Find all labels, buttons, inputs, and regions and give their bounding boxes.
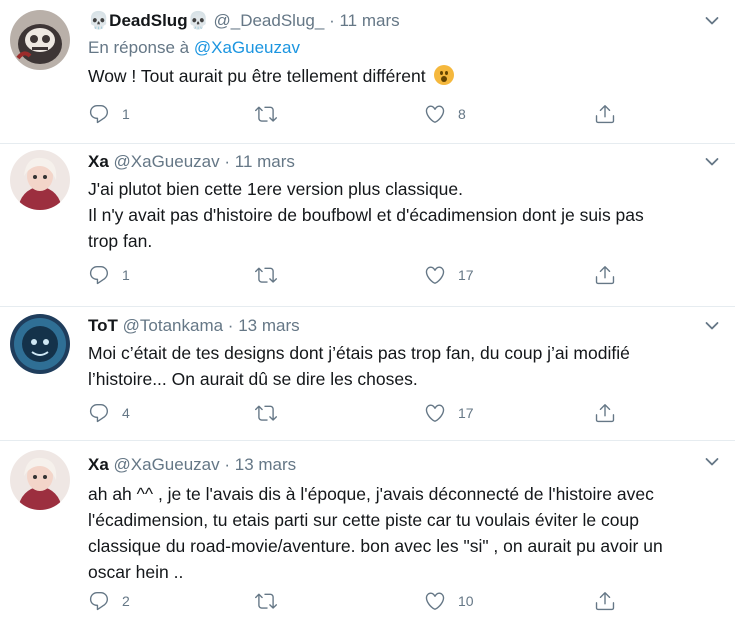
tweet-text-line: ah ah ^^ , je te l'avais dis à l'époque,… [88, 484, 654, 504]
tweet-actions: 1 17 [88, 264, 628, 288]
heart-icon [424, 103, 446, 125]
reply-to-link[interactable]: @XaGueuzav [194, 38, 300, 57]
tweet-header: 💀DeadSlug💀 @_DeadSlug_ · 11 mars [88, 10, 400, 32]
avatar[interactable] [10, 314, 70, 374]
skull-icon: 💀 [88, 11, 110, 31]
retweet-icon [255, 402, 277, 424]
display-name[interactable]: DeadSlug [109, 11, 187, 30]
skull-icon: 💀 [187, 11, 209, 31]
reply-button[interactable]: 4 [88, 402, 130, 424]
tweet-text-line: l'écadimension, tu etais parti sur cette… [88, 510, 639, 530]
like-button[interactable]: 17 [424, 264, 474, 286]
share-button[interactable] [594, 402, 616, 424]
heart-icon [424, 264, 446, 286]
tweet-date[interactable]: 11 mars [339, 11, 399, 30]
chevron-down-icon[interactable] [705, 321, 719, 331]
tweet-text: J'ai plutot bien cette 1ere version plus… [88, 176, 718, 254]
reply-icon [88, 402, 110, 424]
heart-icon [424, 402, 446, 424]
retweet-button[interactable] [255, 264, 289, 286]
reply-count: 1 [122, 106, 130, 122]
tweet-text-line: Moi c’était de tes designs dont j’étais … [88, 343, 630, 363]
tweet-text-line: classique du road-movie/aventure. bon av… [88, 536, 663, 556]
like-button[interactable]: 17 [424, 402, 474, 424]
tweet-date[interactable]: 13 mars [235, 455, 296, 474]
reply-prefix: En réponse à [88, 38, 190, 57]
share-icon [594, 264, 616, 286]
tweet-date[interactable]: 11 mars [235, 152, 295, 171]
like-count: 17 [458, 267, 474, 283]
retweet-icon [255, 264, 277, 286]
tweet-text-line: oscar hein .. [88, 562, 184, 582]
tweet-text: Moi c’était de tes designs dont j’étais … [88, 340, 718, 392]
reply-button[interactable]: 2 [88, 590, 130, 612]
share-button[interactable] [594, 590, 616, 612]
share-icon [594, 590, 616, 612]
reply-count: 2 [122, 593, 130, 609]
tweet-header: Xa @XaGueuzav · 13 mars [88, 454, 296, 476]
reply-icon [88, 103, 110, 125]
chevron-down-icon[interactable] [705, 457, 719, 467]
like-button[interactable]: 8 [424, 103, 466, 125]
retweet-button[interactable] [255, 402, 289, 424]
tweet[interactable]: Xa @XaGueuzav · 11 mars J'ai plutot bien… [0, 144, 735, 306]
tweet-date[interactable]: 13 mars [238, 316, 299, 335]
reply-button[interactable]: 1 [88, 264, 130, 286]
heart-icon [424, 590, 446, 612]
tweet-actions: 1 8 [88, 103, 628, 127]
user-handle[interactable]: @Totankama [123, 316, 223, 335]
like-count: 10 [458, 593, 474, 609]
separator-dot: · [227, 316, 234, 335]
like-button[interactable]: 10 [424, 590, 474, 612]
separator-dot: · [224, 152, 231, 171]
tweet-header: ToT @Totankama · 13 mars [88, 315, 300, 337]
retweet-icon [255, 103, 277, 125]
hushed-face-emoji [434, 65, 455, 85]
display-name[interactable]: ToT [88, 316, 118, 335]
avatar[interactable] [10, 10, 70, 70]
tweet-text-line: Wow ! Tout aurait pu être tellement diff… [88, 66, 426, 86]
tweet-header: Xa @XaGueuzav · 11 mars [88, 151, 295, 173]
reply-button[interactable]: 1 [88, 103, 130, 125]
tweet-text: ah ah ^^ , je te l'avais dis à l'époque,… [88, 481, 718, 585]
tweet-actions: 2 10 [88, 590, 628, 614]
separator-dot: · [224, 455, 231, 474]
chevron-down-icon[interactable] [705, 16, 719, 26]
reply-icon [88, 264, 110, 286]
user-handle[interactable]: @_DeadSlug_ [213, 11, 324, 30]
share-button[interactable] [594, 264, 616, 286]
reply-context: En réponse à @XaGueuzav [88, 38, 300, 58]
display-name[interactable]: Xa [88, 455, 109, 474]
avatar[interactable] [10, 450, 70, 510]
user-handle[interactable]: @XaGueuzav [114, 455, 220, 474]
like-count: 17 [458, 405, 474, 421]
tweet[interactable]: Xa @XaGueuzav · 13 mars ah ah ^^ , je te… [0, 441, 735, 617]
tweet-actions: 4 17 [88, 402, 628, 426]
like-count: 8 [458, 106, 466, 122]
share-icon [594, 103, 616, 125]
user-handle[interactable]: @XaGueuzav [114, 152, 220, 171]
share-icon [594, 402, 616, 424]
display-name[interactable]: Xa [88, 152, 109, 171]
retweet-button[interactable] [255, 590, 289, 612]
tweet-text-line: trop fan. [88, 231, 153, 251]
reply-icon [88, 590, 110, 612]
reply-count: 4 [122, 405, 130, 421]
tweet[interactable]: 💀DeadSlug💀 @_DeadSlug_ · 11 mars En répo… [0, 0, 735, 143]
avatar[interactable] [10, 150, 70, 210]
reply-count: 1 [122, 267, 130, 283]
tweet-text-line: J'ai plutot bien cette 1ere version plus… [88, 179, 463, 199]
retweet-button[interactable] [255, 103, 289, 125]
tweet-text-line: l’histoire... On aurait dû se dire les c… [88, 369, 418, 389]
share-button[interactable] [594, 103, 616, 125]
tweet-text: Wow ! Tout aurait pu être tellement diff… [88, 63, 718, 89]
tweet[interactable]: ToT @Totankama · 13 mars Moi c’était de … [0, 307, 735, 440]
retweet-icon [255, 590, 277, 612]
separator-dot: · [329, 11, 335, 30]
tweet-text-line: Il n'y avait pas d'histoire de boufbowl … [88, 205, 644, 225]
chevron-down-icon[interactable] [705, 157, 719, 167]
